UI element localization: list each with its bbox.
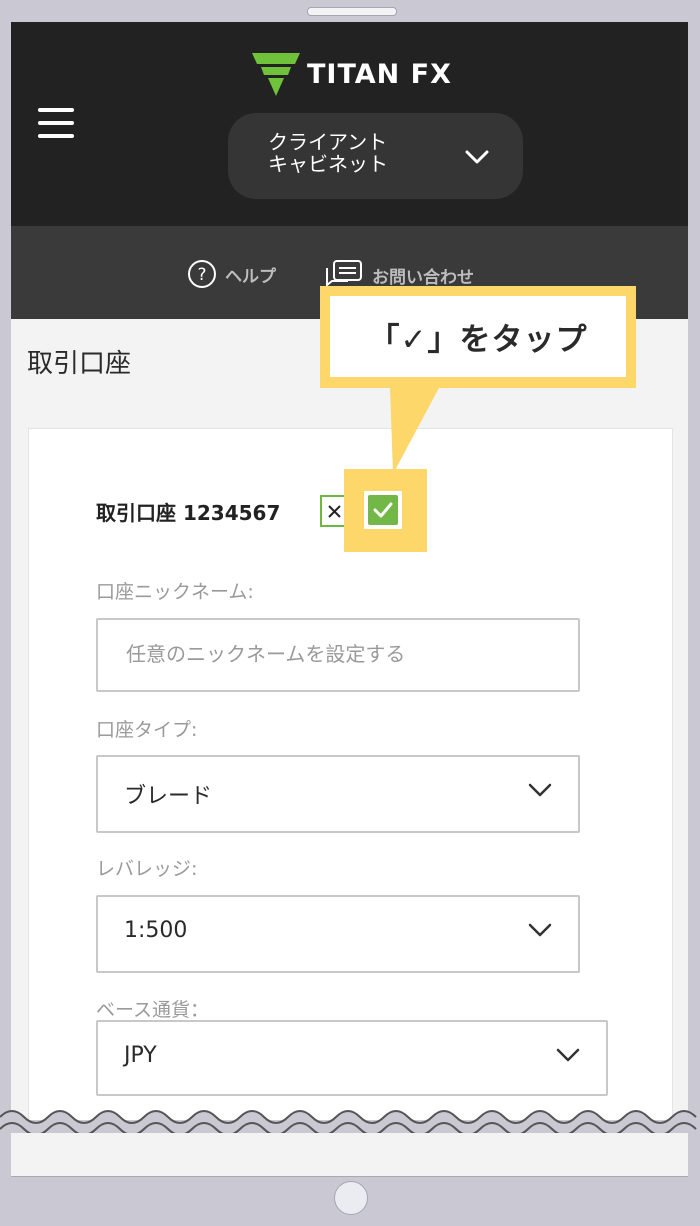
currency-select[interactable]: JPY	[96, 1020, 608, 1096]
currency-label: ベース通貨：	[96, 999, 210, 1021]
leverage-value: 1:500	[124, 918, 188, 943]
confirm-button[interactable]	[364, 491, 402, 529]
top-header: TITAN FX クライアント キャビネット	[11, 22, 688, 226]
chevron-down-icon	[528, 783, 552, 797]
chevron-down-icon	[556, 1048, 580, 1062]
svg-text:?: ?	[197, 265, 206, 285]
account-title: 取引口座 1234567	[96, 501, 281, 525]
callout-pointer	[390, 386, 440, 474]
confirm-checkbox	[368, 495, 398, 525]
app-screen: TITAN FX クライアント キャビネット ? ヘルプ お問い合わせ 取引口座…	[11, 22, 688, 1176]
nickname-field[interactable]	[96, 618, 580, 692]
tap-instruction-callout: 「✓」をタップ	[320, 286, 636, 388]
client-cabinet-label: クライアント キャビネット	[268, 130, 388, 176]
screen-bottom-strip	[11, 1133, 688, 1177]
check-icon	[373, 502, 393, 518]
currency-value: JPY	[124, 1043, 157, 1068]
nickname-label: 口座ニックネーム:	[96, 581, 254, 603]
account-type-label: 口座タイプ:	[96, 719, 198, 741]
account-type-select[interactable]: ブレード	[96, 755, 580, 833]
help-circle-icon: ?	[188, 260, 216, 288]
brand-name: TITAN FX	[307, 58, 452, 90]
titan-logo-icon	[252, 53, 300, 96]
brand-logo[interactable]: TITAN FX	[251, 52, 452, 96]
hamburger-menu-icon[interactable]	[38, 108, 74, 138]
account-card: 取引口座 1234567 口座ニックネーム: 口座タイプ:	[28, 428, 673, 1176]
device-speaker-slot	[307, 7, 397, 16]
callout-body: 「✓」をタップ	[330, 296, 626, 377]
leverage-select[interactable]: 1:500	[96, 895, 580, 973]
contact-label: お問い合わせ	[372, 267, 474, 288]
help-link[interactable]: ? ヘルプ	[187, 259, 276, 289]
device-home-button[interactable]	[334, 1181, 368, 1215]
callout-text: 「✓」をタップ	[368, 322, 588, 358]
account-type-value: ブレード	[124, 784, 213, 809]
chevron-down-icon	[528, 923, 552, 937]
chevron-down-icon	[465, 150, 489, 164]
help-label: ヘルプ	[225, 266, 276, 287]
leverage-label: レバレッジ:	[96, 858, 198, 880]
nickname-input[interactable]	[124, 620, 548, 688]
main-content: 取引口座 取引口座 1234567 口座ニックネーム: 口座タイ	[11, 319, 688, 1176]
page-title: 取引口座	[27, 349, 132, 379]
client-cabinet-dropdown[interactable]: クライアント キャビネット	[228, 113, 523, 199]
